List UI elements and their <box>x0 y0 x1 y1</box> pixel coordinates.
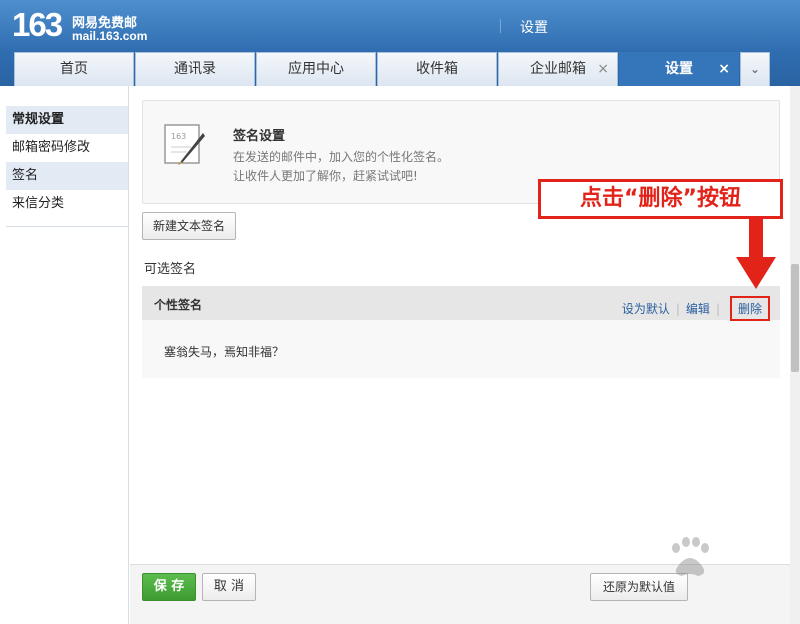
close-icon[interactable]: × <box>718 53 730 85</box>
down-arrow-icon <box>736 219 776 289</box>
cancel-button[interactable]: 取 消 <box>202 573 256 601</box>
logo-number: 163 <box>12 6 63 43</box>
tab-app-center[interactable]: 应用中心 <box>256 52 376 86</box>
tab-label: 应用中心 <box>288 61 344 77</box>
sidebar-item-password[interactable]: 邮箱密码修改 <box>6 134 128 162</box>
tab-home[interactable]: 首页 <box>14 52 134 86</box>
signature-pen-icon: 163 <box>164 124 205 165</box>
header-divider <box>500 19 501 33</box>
save-button[interactable]: 保 存 <box>142 573 196 601</box>
chevron-down-icon: ⌄ <box>749 62 761 76</box>
tab-label: 通讯录 <box>174 61 216 77</box>
header-title: 设置 <box>520 20 548 36</box>
sidebar: 常规设置 邮箱密码修改 签名 来信分类 <box>0 86 129 624</box>
tab-label: 设置 <box>665 61 693 77</box>
signature-actions: 设为默认 | 编辑 | 删除 <box>622 296 770 321</box>
delete-highlight-box: 删除 <box>729 296 770 321</box>
signature-card: 个性签名 设为默认 | 编辑 | 删除 塞翁失马，焉知非福？ <box>142 286 780 378</box>
tab-contacts[interactable]: 通讯录 <box>135 52 255 86</box>
tab-label: 企业邮箱 <box>530 61 586 77</box>
annotation-label: 点击“删除”按钮 <box>538 179 783 219</box>
tab-enterprise-mail[interactable]: 企业邮箱 × <box>498 52 618 86</box>
tab-more-button[interactable]: ⌄ <box>740 52 770 86</box>
sidebar-item-signature[interactable]: 签名 <box>6 162 128 190</box>
info-description: 在发送的邮件中，加入您的个性化签名。 <box>233 150 450 164</box>
delete-link[interactable]: 删除 <box>738 302 762 316</box>
close-icon[interactable]: × <box>597 53 609 85</box>
logo-domain: mail.163.com <box>72 29 148 43</box>
app-header: 163 网易免费邮 mail.163.com 设置 首页 通讯录 应用中心 收件… <box>0 0 800 86</box>
sidebar-item-mail-filter[interactable]: 来信分类 <box>6 190 128 218</box>
tab-label: 收件箱 <box>416 61 458 77</box>
signature-name: 个性签名 <box>154 298 203 312</box>
divider: | <box>675 302 680 316</box>
edit-link[interactable]: 编辑 <box>686 302 710 316</box>
sidebar-menu: 常规设置 邮箱密码修改 签名 来信分类 <box>6 106 128 218</box>
sidebar-divider <box>6 226 128 227</box>
svg-text:163: 163 <box>171 132 186 141</box>
tab-bar: 首页 通讯录 应用中心 收件箱 企业邮箱 × 设置 × ⌄ <box>14 52 770 86</box>
tab-label: 首页 <box>60 61 88 77</box>
sidebar-item-general-settings[interactable]: 常规设置 <box>6 106 128 134</box>
scrollbar-thumb[interactable] <box>791 264 799 372</box>
info-description-2: 让收件人更加了解你，赶紧试试吧! <box>233 169 418 183</box>
tab-inbox[interactable]: 收件箱 <box>377 52 497 86</box>
section-label: 可选签名 <box>144 262 197 277</box>
divider: | <box>715 302 720 316</box>
tab-settings[interactable]: 设置 × <box>619 52 739 86</box>
info-title: 签名设置 <box>233 129 286 144</box>
set-default-link[interactable]: 设为默认 <box>622 302 670 316</box>
baidu-watermark-logo <box>672 537 709 576</box>
signature-card-header: 个性签名 设为默认 | 编辑 | 删除 <box>142 286 780 321</box>
new-text-signature-button[interactable]: 新建文本签名 <box>142 212 237 240</box>
signature-content: 塞翁失马，焉知非福？ <box>164 345 285 359</box>
